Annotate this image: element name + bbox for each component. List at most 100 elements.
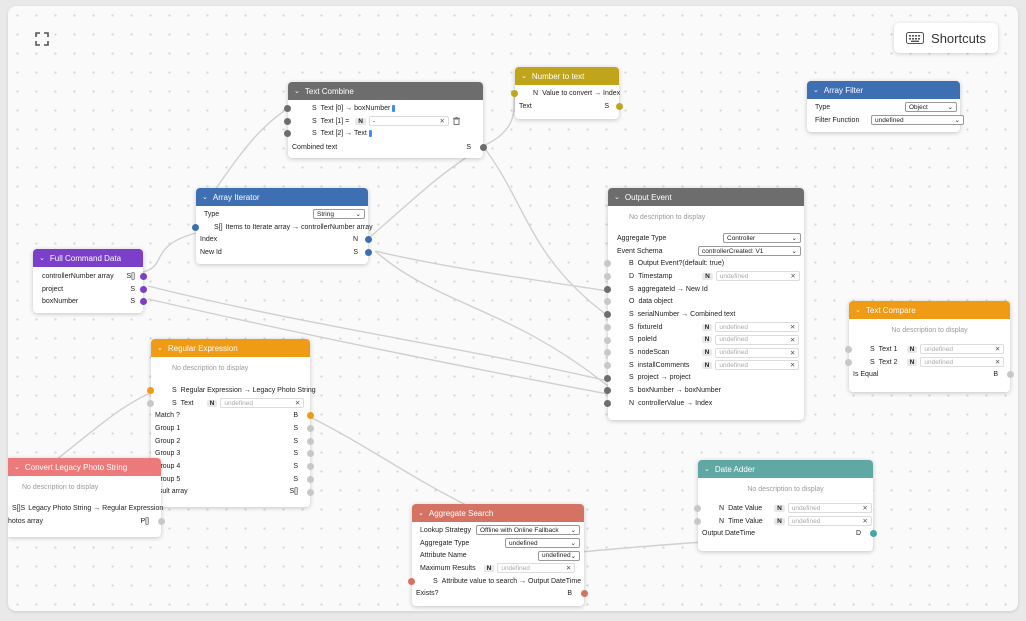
chevron-down-icon[interactable]: ⌄ bbox=[855, 306, 861, 314]
input-port[interactable] bbox=[511, 90, 518, 97]
full-command-data-node[interactable]: ⌄ Full Command Data controllerNumber arr… bbox=[33, 249, 147, 313]
chevron-down-icon[interactable]: ⌄ bbox=[157, 344, 163, 352]
output-event-node[interactable]: ⌄ Output Event No description to display… bbox=[604, 188, 804, 420]
chevron-down-icon[interactable]: ⌄ bbox=[813, 86, 819, 94]
node-header[interactable]: ⌄ Full Command Data bbox=[33, 249, 143, 267]
input-port[interactable] bbox=[604, 374, 611, 382]
date-value-field[interactable]: undefined ✕ bbox=[787, 503, 872, 514]
input-port[interactable] bbox=[604, 311, 611, 319]
output-port[interactable] bbox=[616, 102, 623, 110]
chevron-down-icon[interactable]: ⌄ bbox=[39, 254, 45, 262]
text-combine-node[interactable]: ⌄ Text Combine S Text [0] → boxNumber S … bbox=[284, 82, 487, 158]
value-field[interactable]: undefined ✕ bbox=[715, 334, 800, 345]
trash-icon[interactable] bbox=[452, 117, 460, 126]
node-header[interactable]: ⌄ Array Filter bbox=[807, 81, 960, 99]
text-field[interactable]: undefined ✕ bbox=[220, 398, 305, 409]
close-icon[interactable]: ✕ bbox=[566, 564, 571, 572]
node-header[interactable]: ⌄ Regular Expression bbox=[151, 339, 310, 357]
output-port[interactable] bbox=[307, 437, 314, 445]
output-port[interactable] bbox=[1007, 371, 1014, 379]
input-port[interactable] bbox=[604, 298, 611, 306]
time-value-field[interactable]: undefined ✕ bbox=[787, 516, 872, 527]
input-port[interactable] bbox=[604, 273, 611, 281]
input-port[interactable] bbox=[694, 517, 701, 525]
output-port[interactable] bbox=[365, 236, 372, 244]
close-icon[interactable]: ✕ bbox=[295, 399, 300, 407]
text-compare-node[interactable]: ⌄ Text Compare No description to display… bbox=[845, 301, 1014, 392]
shortcuts-button[interactable]: Shortcuts bbox=[894, 23, 998, 53]
output-port[interactable] bbox=[140, 273, 147, 280]
input-port[interactable] bbox=[604, 399, 611, 407]
input-port[interactable] bbox=[604, 336, 611, 344]
output-port[interactable] bbox=[140, 298, 147, 306]
input-port[interactable] bbox=[284, 105, 291, 112]
input-port[interactable] bbox=[604, 349, 611, 357]
output-port[interactable] bbox=[307, 425, 314, 433]
type-select[interactable]: Object ⌄ bbox=[905, 102, 957, 113]
output-port[interactable] bbox=[365, 249, 372, 257]
chevron-down-icon[interactable]: ⌄ bbox=[521, 72, 527, 80]
text1-field[interactable]: undefined ✕ bbox=[920, 344, 1005, 355]
close-icon[interactable]: ✕ bbox=[440, 117, 445, 125]
close-icon[interactable]: ✕ bbox=[790, 272, 795, 280]
input-port[interactable] bbox=[147, 399, 154, 407]
input-port[interactable] bbox=[694, 505, 701, 512]
input-port[interactable] bbox=[845, 358, 852, 366]
array-iterator-node[interactable]: ⌄ Array Iterator Type String ⌄ S[] Items … bbox=[192, 188, 373, 264]
input-port[interactable] bbox=[604, 285, 611, 293]
value-field[interactable]: undefined ✕ bbox=[715, 271, 800, 282]
lookup-strategy-select[interactable]: Offline with Online Fallback ⌄ bbox=[476, 525, 580, 536]
regular-expression-node[interactable]: ⌄ Regular Expression No description to d… bbox=[147, 339, 316, 507]
node-header[interactable]: ⌄ Text Compare bbox=[849, 301, 1010, 319]
input-port[interactable] bbox=[147, 387, 154, 394]
input-port[interactable] bbox=[284, 130, 291, 138]
close-icon[interactable]: ✕ bbox=[862, 504, 867, 512]
node-header[interactable]: ⌄ Output Event bbox=[608, 188, 804, 206]
flow-canvas[interactable]: Shortcuts ⌄ Text Combine S Text [0] → bo… bbox=[8, 6, 1018, 611]
aggregate-type-select[interactable]: Controller ⌄ bbox=[723, 233, 801, 244]
output-port[interactable] bbox=[307, 412, 314, 420]
node-header[interactable]: ⌄ Aggregate Search bbox=[412, 504, 584, 522]
close-icon[interactable]: ✕ bbox=[790, 323, 795, 331]
close-icon[interactable]: ✕ bbox=[790, 349, 795, 357]
filter-function-select[interactable]: undefined ⌄ bbox=[871, 115, 964, 126]
output-port[interactable] bbox=[307, 475, 314, 483]
input-port[interactable] bbox=[604, 323, 611, 331]
input-port[interactable] bbox=[408, 577, 415, 585]
chevron-down-icon[interactable]: ⌄ bbox=[14, 463, 20, 471]
text1-input[interactable]: - ✕ bbox=[368, 116, 449, 127]
node-header[interactable]: ⌄ Array Iterator bbox=[196, 188, 368, 206]
value-field[interactable]: undefined ✕ bbox=[715, 347, 800, 358]
convert-legacy-photo-string-node[interactable]: ⌄ Convert Legacy Photo String No descrip… bbox=[8, 458, 165, 537]
value-field[interactable]: undefined ✕ bbox=[715, 322, 800, 333]
text2-field[interactable]: undefined ✕ bbox=[920, 357, 1005, 368]
type-select[interactable]: String ⌄ bbox=[313, 209, 365, 220]
output-port[interactable] bbox=[307, 463, 314, 471]
chevron-down-icon[interactable]: ⌄ bbox=[202, 193, 208, 201]
maximum-results-field[interactable]: undefined ✕ bbox=[497, 563, 576, 574]
node-header[interactable]: ⌄ Date Adder bbox=[698, 460, 873, 478]
chevron-down-icon[interactable]: ⌄ bbox=[418, 509, 424, 517]
date-adder-node[interactable]: ⌄ Date Adder No description to display N… bbox=[694, 460, 877, 551]
chevron-down-icon[interactable]: ⌄ bbox=[704, 465, 710, 473]
close-icon[interactable]: ✕ bbox=[862, 517, 867, 525]
input-port[interactable] bbox=[845, 346, 852, 353]
value-field[interactable]: undefined ✕ bbox=[715, 360, 800, 371]
input-port[interactable] bbox=[604, 260, 611, 268]
close-icon[interactable]: ✕ bbox=[995, 345, 1000, 353]
node-header[interactable]: ⌄ Number to text bbox=[515, 67, 619, 85]
output-port[interactable] bbox=[140, 285, 147, 293]
output-port[interactable] bbox=[307, 488, 314, 496]
chevron-down-icon[interactable]: ⌄ bbox=[614, 193, 620, 201]
node-header[interactable]: ⌄ Text Combine bbox=[288, 82, 483, 100]
input-port[interactable] bbox=[604, 387, 611, 395]
output-port[interactable] bbox=[158, 517, 165, 525]
aggregate-search-node[interactable]: ⌄ Aggregate Search Lookup Strategy Offli… bbox=[408, 504, 588, 606]
output-port[interactable] bbox=[581, 590, 588, 598]
close-icon[interactable]: ✕ bbox=[790, 361, 795, 369]
fullscreen-icon[interactable] bbox=[35, 32, 49, 46]
aggregate-type-select[interactable]: undefined ⌄ bbox=[505, 538, 580, 549]
chevron-down-icon[interactable]: ⌄ bbox=[294, 87, 300, 95]
close-icon[interactable]: ✕ bbox=[790, 336, 795, 344]
event-schema-select[interactable]: controllerCreated: V1 ⌄ bbox=[698, 246, 801, 257]
